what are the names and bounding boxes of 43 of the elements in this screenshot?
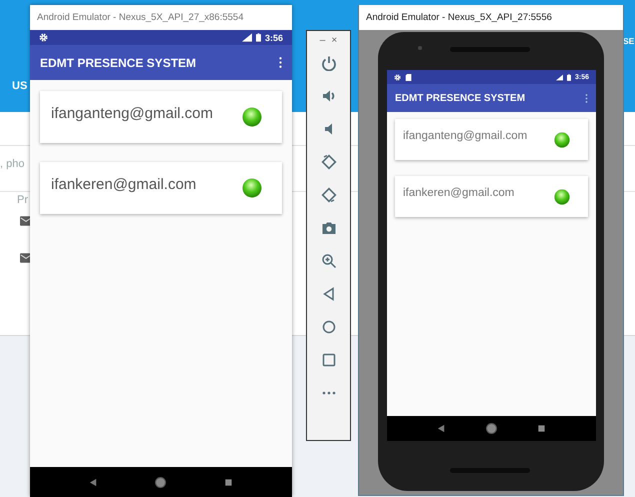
sd-card-icon [405,74,412,80]
gear-icon [394,74,401,80]
signal-icon [556,74,563,80]
home-icon[interactable] [320,319,336,335]
minimize-button[interactable]: – [320,35,326,47]
overview-icon[interactable] [224,478,234,486]
user-card[interactable]: ifankeren@gmail.com [40,162,282,214]
user-email: ifanganteng@gmail.com [403,130,528,142]
app-title: EDMT PRESENCE SYSTEM [40,56,196,70]
clock-time: 3:56 [264,32,283,42]
window-title: Android Emulator - Nexus_5X_API_27_x86:5554 [37,12,244,23]
back-icon[interactable] [320,286,336,302]
close-button[interactable]: × [331,35,338,47]
window-title: Android Emulator - Nexus_5X_API_27:5556 [366,12,552,23]
rotate-left-icon[interactable] [320,154,336,170]
overflow-menu-icon[interactable] [585,94,588,102]
battery-icon [256,33,261,42]
header-text: US [12,80,28,92]
volume-up-icon[interactable] [320,88,336,104]
user-email: ifankeren@gmail.com [403,186,514,198]
user-card[interactable]: ifanganteng@gmail.com [40,91,282,143]
power-icon[interactable] [320,55,336,71]
rotate-right-icon[interactable] [320,187,336,203]
overflow-menu-icon[interactable] [279,57,282,68]
home-icon[interactable] [486,423,497,434]
user-card[interactable]: ifankeren@gmail.com [395,176,588,217]
header-text: SE [623,36,634,46]
back-icon[interactable] [437,424,446,433]
user-card[interactable]: ifanganteng@gmail.com [395,119,588,160]
gear-icon [39,33,48,42]
home-icon[interactable] [155,476,166,488]
signal-icon [242,33,252,42]
back-icon[interactable] [88,478,98,486]
zoom-in-icon[interactable] [320,253,336,269]
battery-icon [566,74,571,80]
page-text: Pr [17,194,28,206]
user-email: ifanganteng@gmail.com [51,104,213,122]
app-title: EDMT PRESENCE SYSTEM [395,92,526,104]
overview-icon[interactable] [320,352,336,368]
user-email: ifankeren@gmail.com [51,176,196,192]
page-text: , pho [0,158,24,170]
overview-icon[interactable] [537,424,546,433]
camera-icon[interactable] [320,220,336,236]
